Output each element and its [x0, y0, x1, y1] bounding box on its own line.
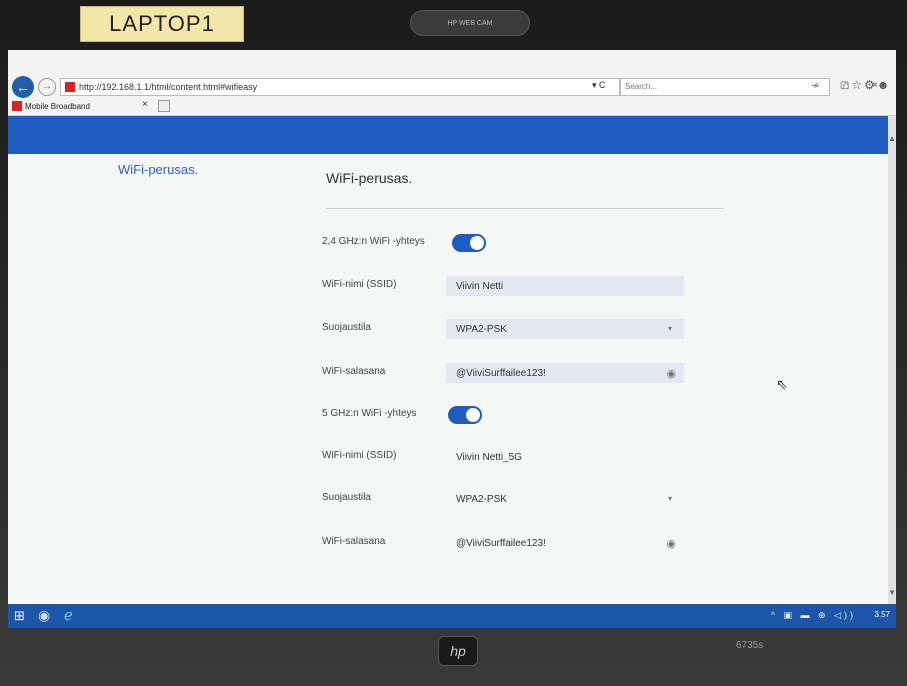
- password-5-label: WiFi-salasana: [322, 536, 386, 547]
- ssid-24-label: WiFi-nimi (SSID): [322, 279, 397, 290]
- security-24-select[interactable]: WPA2-PSK ▾: [446, 319, 684, 339]
- address-url: http://192.168.1.1/html/content.html#wif…: [79, 82, 258, 92]
- hp-logo: hp: [438, 636, 478, 666]
- security-5-select[interactable]: WPA2-PSK ▾: [446, 489, 684, 509]
- chevron-down-icon: ▾: [667, 324, 672, 333]
- model-label: 6735s: [736, 640, 764, 651]
- webcam-label: HP WEB CAM: [447, 19, 493, 27]
- toggle-knob: [466, 408, 480, 422]
- page-title: WiFi-perusas.: [326, 170, 413, 186]
- security-5-label: Suojaustila: [322, 492, 371, 503]
- scrollbar[interactable]: [888, 116, 896, 604]
- router-header: [8, 116, 888, 154]
- search-input[interactable]: Search...: [620, 78, 830, 96]
- taskbar-app-icon[interactable]: ◉: [38, 607, 50, 624]
- password-24-value: @ViiviSurffailee123!: [456, 367, 546, 379]
- mouse-pointer-icon: ⇖: [776, 376, 788, 392]
- tab-label: Mobile Broadband: [25, 101, 90, 111]
- wifi-24-toggle-label: 2,4 GHz:n WiFi -yhteys: [322, 236, 425, 247]
- divider: [326, 208, 724, 209]
- laptop-sticker: LAPTOP1: [80, 6, 244, 42]
- password-5-value: @ViiviSurffailee123!: [456, 537, 546, 549]
- clock[interactable]: 3.57: [874, 610, 890, 619]
- ssid-5-input[interactable]: Viivin Netti_5G: [446, 447, 684, 467]
- site-favicon-icon: [65, 82, 75, 92]
- refresh-icon[interactable]: ▾ C: [592, 80, 606, 91]
- windows-start-icon[interactable]: ⊞: [14, 608, 25, 624]
- sidebar-item-wifi-basic[interactable]: WiFi-perusas.: [118, 162, 198, 177]
- address-bar[interactable]: http://192.168.1.1/html/content.html#wif…: [60, 78, 620, 96]
- security-24-label: Suojaustila: [322, 322, 371, 333]
- tab-favicon-icon: [12, 101, 22, 111]
- toggle-knob: [470, 236, 484, 250]
- system-tray[interactable]: ^ ▣ ▬ ⊕ ◁)): [771, 610, 856, 621]
- wifi-24-toggle[interactable]: [452, 234, 486, 252]
- scroll-down-icon[interactable]: ▼: [888, 588, 896, 597]
- close-icon[interactable]: ×: [142, 99, 148, 110]
- browser-tab[interactable]: Mobile Broadband ×: [10, 98, 160, 114]
- taskbar: ⊞ ◉ ℯ ^ ▣ ▬ ⊕ ◁)) 3.57: [8, 604, 896, 628]
- screen: ← → http://192.168.1.1/html/content.html…: [8, 50, 896, 628]
- scroll-up-icon[interactable]: ▲: [888, 134, 896, 143]
- password-5-input[interactable]: @ViiviSurffailee123! ◉: [446, 533, 684, 553]
- ssid-5-label: WiFi-nimi (SSID): [322, 450, 397, 461]
- security-5-value: WPA2-PSK: [456, 493, 507, 505]
- password-24-label: WiFi-salasana: [322, 366, 386, 377]
- chevron-down-icon: ▾: [667, 494, 672, 503]
- eye-icon[interactable]: ◉: [666, 537, 676, 550]
- password-24-input[interactable]: @ViiviSurffailee123! ◉: [446, 363, 684, 383]
- browser-chrome: ← → http://192.168.1.1/html/content.html…: [8, 50, 896, 116]
- security-24-value: WPA2-PSK: [456, 323, 507, 335]
- forward-button[interactable]: →: [38, 78, 56, 96]
- ssid-24-input[interactable]: Viivin Netti: [446, 276, 684, 296]
- webcam: HP WEB CAM: [410, 10, 530, 36]
- internet-explorer-icon[interactable]: ℯ: [64, 606, 73, 624]
- eye-icon[interactable]: ◉: [666, 367, 676, 380]
- back-button[interactable]: ←: [12, 76, 34, 98]
- wifi-5-toggle[interactable]: [448, 406, 482, 424]
- new-tab-button[interactable]: [158, 100, 170, 112]
- window-controls[interactable]: – ▢ ×: [812, 80, 888, 91]
- wifi-5-toggle-label: 5 GHz:n WiFi -yhteys: [322, 408, 417, 419]
